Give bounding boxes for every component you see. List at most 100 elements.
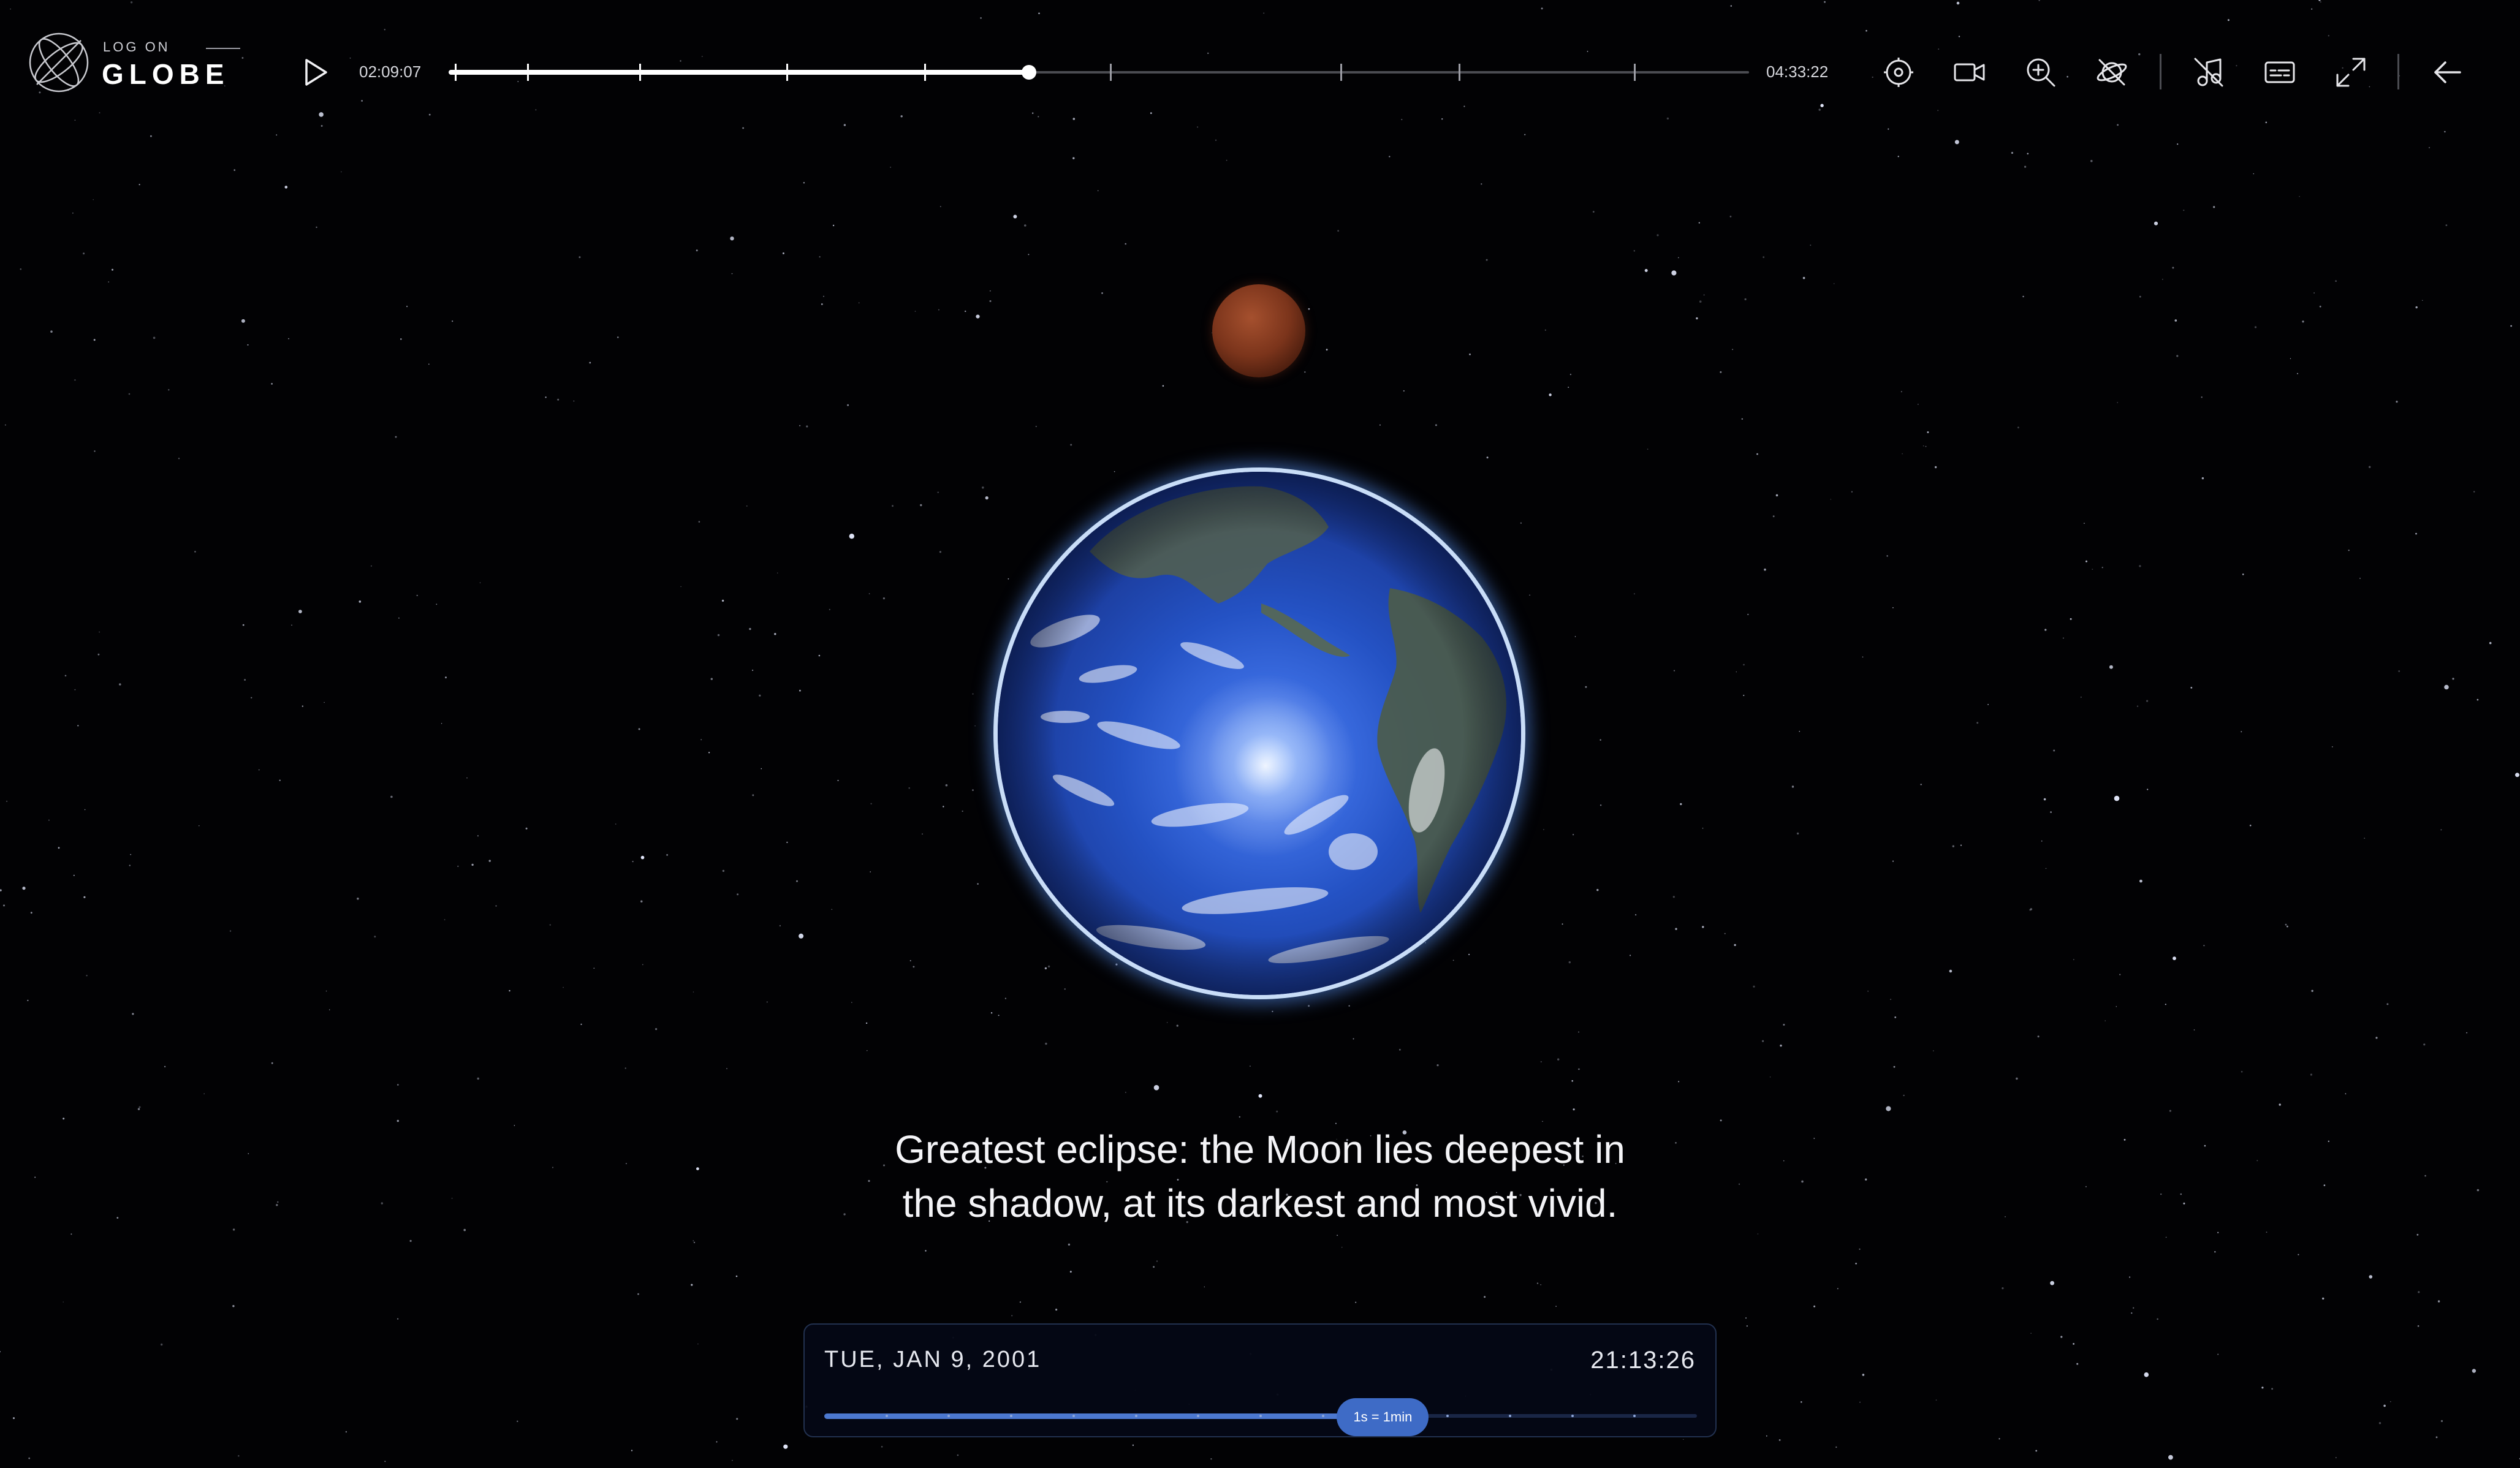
star xyxy=(3,904,5,907)
elapsed-time: 02:09:07 xyxy=(359,62,422,81)
star xyxy=(731,273,733,274)
star xyxy=(1730,5,1732,7)
star xyxy=(2177,143,2179,145)
back-button[interactable] xyxy=(2429,54,2466,91)
star xyxy=(6,801,7,802)
star xyxy=(132,1013,134,1015)
star xyxy=(1585,686,1587,688)
eclipsed-moon[interactable] xyxy=(1212,284,1305,377)
star xyxy=(870,871,871,872)
star xyxy=(965,310,966,312)
star xyxy=(998,1015,1000,1016)
chapter-marker[interactable] xyxy=(1458,64,1460,81)
star xyxy=(1571,1080,1573,1082)
star xyxy=(2076,1363,2079,1365)
star xyxy=(1399,1048,1401,1051)
star xyxy=(384,1461,386,1462)
star xyxy=(938,309,939,311)
star xyxy=(13,1417,15,1420)
star xyxy=(2249,825,2252,827)
star xyxy=(2415,306,2418,309)
star xyxy=(1756,453,1758,455)
chapter-marker[interactable] xyxy=(924,64,926,81)
star xyxy=(1543,829,1544,830)
star xyxy=(1162,385,1164,387)
star xyxy=(1746,1325,1748,1327)
recenter-button[interactable] xyxy=(1880,54,1917,91)
chapter-marker[interactable] xyxy=(639,64,641,81)
star xyxy=(1484,1296,1486,1298)
star xyxy=(1745,1317,1747,1319)
star xyxy=(1004,997,1006,999)
time-speed-slider[interactable]: 1s = 1min xyxy=(824,1398,1697,1436)
star xyxy=(509,989,510,992)
star xyxy=(939,206,941,207)
star xyxy=(837,779,839,781)
star xyxy=(1671,270,1677,276)
star xyxy=(436,603,438,605)
toggle-music-button[interactable] xyxy=(2190,54,2227,91)
zoom-button[interactable] xyxy=(2022,54,2059,91)
star xyxy=(1764,568,1766,571)
chapter-marker[interactable] xyxy=(527,64,529,81)
star xyxy=(1125,1091,1126,1093)
captions-button[interactable] xyxy=(2261,54,2298,91)
star xyxy=(2066,75,2068,78)
star xyxy=(900,115,903,118)
star xyxy=(1634,593,1635,594)
star xyxy=(1524,134,1526,135)
star xyxy=(1055,1308,1058,1311)
star xyxy=(2041,840,2043,842)
star xyxy=(982,486,984,489)
chapter-marker[interactable] xyxy=(1340,64,1342,81)
star xyxy=(1743,664,1745,666)
star xyxy=(1824,1,1826,3)
chapter-marker[interactable] xyxy=(454,64,457,81)
chapter-marker[interactable] xyxy=(1634,64,1636,81)
earth-globe[interactable] xyxy=(998,472,1521,995)
star xyxy=(799,933,804,939)
star xyxy=(130,853,131,855)
viewer-stage[interactable]: LOG ON GLOBE 02:09:07 04:33:22 Greatest … xyxy=(0,0,2520,1468)
star xyxy=(1998,1438,2000,1440)
star xyxy=(2157,1318,2158,1320)
star xyxy=(1568,387,1569,388)
star xyxy=(722,869,725,872)
star xyxy=(1778,1439,1781,1441)
star xyxy=(2116,1006,2117,1007)
chapter-marker[interactable] xyxy=(786,64,788,81)
star xyxy=(150,135,152,137)
star xyxy=(349,58,351,59)
star xyxy=(302,705,303,707)
camera-button[interactable] xyxy=(1951,54,1988,91)
star xyxy=(276,1204,278,1206)
star xyxy=(1072,157,1075,159)
star xyxy=(1763,256,1765,259)
app-logo[interactable]: LOG ON GLOBE xyxy=(27,31,240,98)
fullscreen-button[interactable] xyxy=(2332,54,2369,91)
current-date: TUE, JAN 9, 2001 xyxy=(824,1347,1042,1372)
play-button[interactable] xyxy=(299,56,331,88)
star xyxy=(2114,795,2120,801)
timeline-handle[interactable] xyxy=(1022,65,1037,80)
toggle-orbits-button[interactable] xyxy=(2093,54,2130,91)
star xyxy=(1630,955,1631,956)
star xyxy=(962,810,963,812)
star xyxy=(580,1023,582,1025)
star xyxy=(1024,224,1027,227)
star xyxy=(2328,35,2329,37)
chapter-marker[interactable] xyxy=(1110,64,1112,81)
star xyxy=(2092,569,2093,570)
star xyxy=(1744,298,1747,301)
star xyxy=(821,303,823,305)
speed-handle[interactable]: 1s = 1min xyxy=(1337,1398,1429,1436)
star xyxy=(168,389,170,391)
star xyxy=(2133,1307,2135,1309)
star xyxy=(2027,153,2029,155)
star xyxy=(2045,868,2047,869)
timeline-scrubber[interactable] xyxy=(449,49,1749,96)
star xyxy=(2241,1070,2243,1073)
star xyxy=(737,893,739,896)
star xyxy=(1833,283,1835,284)
star xyxy=(2287,925,2288,928)
